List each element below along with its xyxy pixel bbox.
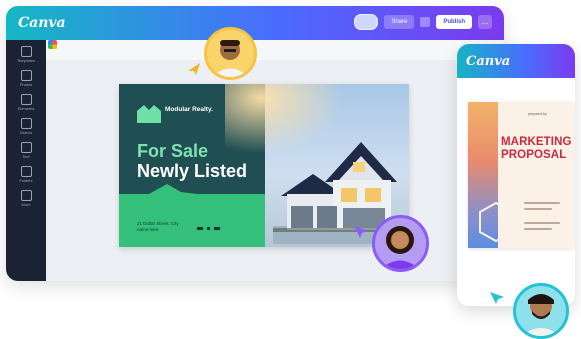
document-text-line	[524, 202, 560, 204]
social-icons	[197, 227, 220, 230]
cursor-pointer-icon	[188, 63, 200, 75]
document-text-line	[524, 222, 560, 224]
document-title: MARKETING PROPOSAL	[501, 136, 572, 161]
cursor-pointer-icon	[354, 226, 368, 238]
editor-topbar: Canva Share Publish ...	[6, 6, 504, 40]
realty-logo-icon	[137, 105, 161, 123]
hexagon-graphic	[479, 202, 513, 242]
photos-icon	[20, 70, 32, 81]
videos-icon	[20, 118, 32, 129]
editor-sidebar: Templates Photos Elements Videos Text Fo…	[6, 40, 46, 281]
sidebar-item-photos[interactable]: Photos	[6, 68, 46, 90]
headline-for-sale: For Sale	[137, 141, 209, 161]
real-estate-design[interactable]: Modular Realty. For Sale Newly Listed 21…	[119, 84, 409, 247]
collaborator-avatar-woman	[372, 215, 429, 272]
publish-button[interactable]: Publish	[436, 15, 472, 29]
mobile-topbar: Canva	[457, 44, 575, 78]
document-caption: prepared by	[528, 112, 547, 116]
canva-logo[interactable]: Canva	[466, 54, 510, 69]
headline-newly-listed: Newly Listed	[137, 161, 248, 181]
sidebar-item-templates[interactable]: Templates	[6, 44, 46, 66]
marketing-proposal-document[interactable]: prepared by MARKETING PROPOSAL	[468, 102, 574, 248]
folder-icon	[20, 166, 32, 177]
collaborator-avatar-bearded-man	[513, 283, 569, 339]
brand-kit-icon[interactable]	[48, 40, 57, 49]
topbar-actions: Share Publish ...	[354, 14, 492, 30]
download-icon[interactable]	[420, 17, 431, 27]
mobile-preview: Canva prepared by MARKETING PROPOSAL	[457, 44, 575, 306]
more-icon	[20, 190, 32, 201]
text-icon	[20, 142, 32, 153]
elements-icon	[20, 94, 32, 105]
cursor-pointer-icon	[490, 292, 504, 304]
brand-name: Modular Realty.	[165, 106, 213, 113]
document-text-line	[524, 228, 552, 230]
sidebar-item-text[interactable]: Text	[6, 140, 46, 162]
canvas-toolbar	[46, 40, 504, 60]
sidebar-item-more[interactable]: More	[6, 188, 46, 210]
more-options-button[interactable]: ...	[478, 15, 492, 29]
templates-icon	[20, 46, 32, 57]
sidebar-item-videos[interactable]: Videos	[6, 116, 46, 138]
property-address: 21 Dollar Street, City name here	[137, 221, 179, 232]
sidebar-item-elements[interactable]: Elements	[6, 92, 46, 114]
sidebar-item-folders[interactable]: Folders	[6, 164, 46, 186]
document-text-line	[524, 208, 552, 210]
collaborator-avatars[interactable]	[354, 14, 379, 30]
collaborator-avatar-man	[204, 27, 257, 80]
share-button[interactable]: Share	[384, 15, 415, 29]
canva-logo[interactable]: Canva	[18, 15, 66, 31]
